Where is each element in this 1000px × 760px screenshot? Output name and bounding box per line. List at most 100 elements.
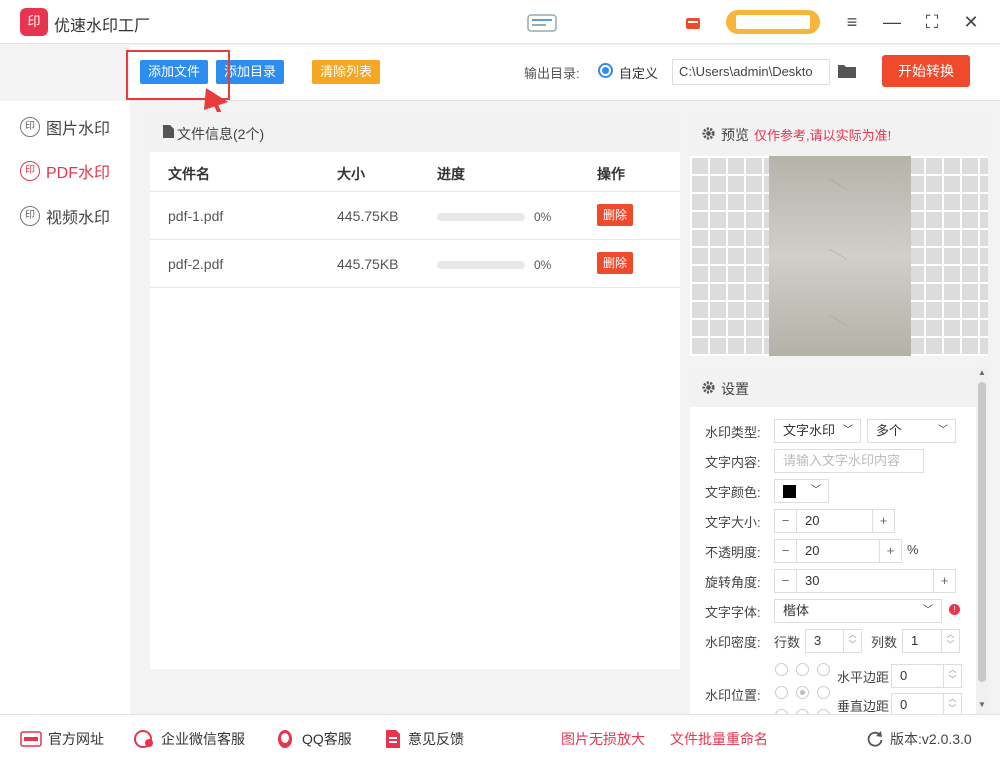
text-size-stepper[interactable]: − 20 + [774, 509, 895, 533]
app-logo-icon: 印 [20, 8, 48, 36]
app-title: 优速水印工厂 [54, 18, 151, 35]
opacity-unit: % [907, 542, 919, 557]
close-icon[interactable]: ✕ [959, 10, 983, 34]
size-label: 文字大小: [705, 515, 761, 530]
position-radio-top-left[interactable] [775, 663, 788, 676]
preview-note: 仅作参考,请以实际为准! [754, 128, 892, 143]
table-row: pdf-2.pdf 445.75KB 0% 删除 [150, 240, 680, 288]
watermark-count-select[interactable]: 多个 ﹀ [867, 419, 956, 443]
increase-button[interactable]: + [879, 540, 901, 562]
qq-label: QQ客服 [302, 731, 352, 747]
wechat-service-link[interactable]: 企业微信客服 [133, 729, 245, 749]
col-header-action: 操作 [597, 166, 625, 182]
footer-bar: 官方网址 企业微信客服 QQ客服 意见反馈 图片无损放大 文件批量重命名 版本:… [0, 714, 1000, 760]
vmargin-spinner[interactable]: 0 ︿ ﹀ [891, 693, 962, 714]
settings-title: 设置 [721, 381, 749, 397]
custom-radio[interactable] [598, 63, 613, 78]
hmargin-spinner[interactable]: 0 ︿ ﹀ [891, 664, 962, 688]
sidebar-item-image-watermark[interactable]: 印 图片水印 [20, 115, 110, 139]
stamp-icon: 印 [20, 161, 40, 181]
qq-service-link[interactable]: QQ客服 [274, 729, 352, 749]
spin-arrows-icon[interactable]: ︿ ﹀ [941, 630, 959, 652]
spin-arrows-icon[interactable]: ︿ ﹀ [943, 694, 961, 714]
lossless-enlarge-link[interactable]: 图片无损放大 [561, 729, 645, 749]
preview-page: ~~~~~~ ~~~~~~ ~~~~~~ [769, 156, 911, 356]
website-label: 官方网址 [48, 731, 104, 747]
minimize-icon[interactable]: — [880, 10, 904, 34]
font-label: 文字字体: [705, 605, 761, 620]
scrollbar-thumb[interactable] [978, 382, 986, 682]
stamp-icon: 印 [20, 117, 40, 137]
font-select[interactable]: 楷体 ﹀ [774, 599, 942, 623]
sidebar-item-video-watermark[interactable]: 印 视频水印 [20, 204, 110, 228]
decrease-button[interactable]: − [775, 540, 797, 562]
file-panel: 文件信息(2个) 文件名 大小 进度 操作 pdf-1.pdf 445.75KB… [150, 112, 680, 669]
increase-button[interactable]: + [933, 570, 955, 592]
position-radio-top-center[interactable] [796, 663, 809, 676]
wechat-label: 企业微信客服 [161, 731, 245, 747]
cols-spinner[interactable]: 1 ︿ ﹀ [902, 629, 960, 653]
text-color-picker[interactable]: ﹀ [774, 479, 829, 503]
position-radio-center[interactable] [796, 686, 809, 699]
spin-arrows-icon[interactable]: ︿ ﹀ [943, 665, 961, 687]
density-label: 水印密度: [705, 635, 761, 650]
sidebar-item-pdf-watermark[interactable]: 印 PDF水印 [20, 159, 110, 183]
title-bar: 印 优速水印工厂 ≡ — ⛶ ✕ [0, 0, 1000, 44]
feedback-link[interactable]: 意见反馈 [384, 729, 464, 749]
rows-label: 行数 [774, 635, 801, 650]
position-label: 水印位置: [705, 688, 761, 703]
rotate-value: 30 [805, 573, 820, 588]
decrease-button[interactable]: − [775, 510, 797, 532]
type-label: 水印类型: [705, 425, 761, 440]
file-panel-title: 文件信息(2个) [177, 126, 265, 142]
start-convert-button[interactable]: 开始转换 [882, 55, 970, 87]
menu-icon[interactable]: ≡ [840, 10, 864, 34]
chevron-down-icon: ﹀ [923, 605, 933, 616]
delete-button[interactable]: 删除 [597, 252, 634, 274]
position-radio-top-right[interactable] [817, 663, 830, 676]
color-label: 文字颜色: [705, 485, 761, 500]
rows-spinner[interactable]: 3 ︿ ﹀ [805, 629, 862, 653]
progress-text: 0% [534, 210, 552, 224]
delete-button[interactable]: 删除 [597, 204, 634, 226]
increase-button[interactable]: + [872, 510, 894, 532]
opacity-stepper[interactable]: − 20 + [774, 539, 902, 563]
watermark-content-input[interactable]: 请输入文字水印内容 [774, 449, 924, 473]
output-dir-label: 输出目录: [524, 66, 580, 81]
col-header-name: 文件名 [168, 166, 210, 182]
chevron-down-icon: ﹀ [843, 425, 853, 436]
scroll-down-icon[interactable]: ▼ [978, 700, 986, 709]
refresh-icon[interactable] [866, 730, 884, 748]
clear-list-button[interactable]: 清除列表 [312, 60, 381, 84]
output-path-input[interactable]: C:\Users\admin\Deskto [672, 59, 830, 85]
folder-icon[interactable] [837, 63, 857, 79]
progress-text: 0% [534, 258, 552, 272]
custom-option-label: 自定义 [619, 66, 659, 81]
count-value: 多个 [876, 423, 903, 438]
gift-icon[interactable] [684, 13, 702, 31]
maximize-icon[interactable]: ⛶ [920, 10, 944, 34]
batch-rename-link[interactable]: 文件批量重命名 [670, 729, 768, 749]
position-radio-middle-left[interactable] [775, 686, 788, 699]
position-radio-middle-right[interactable] [817, 686, 830, 699]
type-value: 文字水印 [783, 423, 836, 438]
feedback-label: 意见反馈 [408, 731, 464, 747]
table-row: pdf-1.pdf 445.75KB 0% 删除 [150, 192, 680, 240]
decrease-button[interactable]: − [775, 570, 797, 592]
warning-icon[interactable]: ! [949, 604, 960, 615]
sidebar-item-label: PDF水印 [46, 165, 111, 182]
hmargin-label: 水平边距 [837, 670, 890, 685]
promo-banner[interactable] [726, 10, 820, 34]
scroll-up-icon[interactable]: ▲ [978, 368, 986, 377]
spin-arrows-icon[interactable]: ︿ ﹀ [843, 630, 861, 652]
qq-icon [278, 730, 292, 748]
website-icon [20, 731, 42, 747]
version-label: 版本:v2.0.3.0 [890, 731, 972, 747]
size-value: 20 [805, 513, 820, 528]
website-link[interactable]: 官方网址 [20, 729, 104, 749]
rotation-stepper[interactable]: − 30 + [774, 569, 956, 593]
watermark-type-select[interactable]: 文字水印 ﹀ [774, 419, 861, 443]
file-name: pdf-1.pdf [168, 208, 224, 224]
feedback-icon [386, 730, 400, 748]
gear-icon [702, 127, 715, 140]
